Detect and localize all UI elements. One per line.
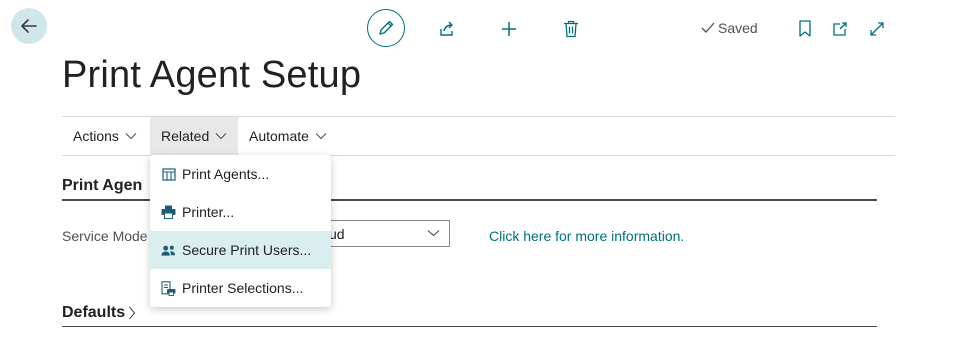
open-in-new-window-icon [833,22,847,36]
related-menu[interactable]: Related [150,117,239,155]
menu-item-label: Printer... [182,204,235,220]
defaults-section-header[interactable]: Defaults [62,304,136,322]
related-dropdown-menu: Print Agents... Printer... Secure Print … [150,155,331,307]
menu-item-secure-print-users[interactable]: Secure Print Users... [150,231,331,269]
menu-item-label: Printer Selections... [182,280,304,296]
arrow-left-icon [21,19,37,33]
menu-item-label: Print Agents... [182,166,270,182]
service-mode-value: ud [329,225,345,242]
pencil-icon [379,20,394,35]
menu-item-print-agents[interactable]: Print Agents... [150,155,331,193]
expand-button[interactable] [866,18,888,40]
bookmark-button[interactable] [795,18,815,40]
bookmark-icon [799,20,811,37]
share-button[interactable] [436,18,458,40]
printer-icon [161,205,176,220]
menu-item-label: Secure Print Users... [182,242,312,258]
trash-icon [564,20,578,38]
print-agent-section-title[interactable]: Print Agen [62,177,142,195]
actions-menu[interactable]: Actions [62,117,148,155]
automate-menu-label: Automate [249,128,309,144]
menu-item-printer[interactable]: Printer... [150,193,331,231]
chevron-down-icon [215,133,227,140]
saved-status: Saved [701,20,758,36]
open-new-window-button[interactable] [829,18,851,40]
saved-label: Saved [718,20,758,36]
related-menu-label: Related [161,128,210,144]
section-divider [62,326,877,327]
chevron-right-icon [129,306,136,320]
menu-item-printer-selections[interactable]: Printer Selections... [150,269,331,307]
chevron-down-icon [125,133,137,140]
table-icon [161,167,176,182]
checkmark-icon [701,22,715,33]
back-button[interactable] [11,8,47,44]
plus-icon [502,22,516,36]
defaults-section-title: Defaults [62,304,126,321]
service-mode-label: Service Mode [62,228,148,244]
new-button[interactable] [498,18,520,40]
delete-button[interactable] [560,18,582,40]
printer-selections-icon [161,280,176,296]
more-information-link[interactable]: Click here for more information. [489,228,684,244]
users-icon [161,243,176,258]
expand-icon [870,22,884,36]
automate-menu[interactable]: Automate [238,117,338,155]
actions-menu-label: Actions [73,128,119,144]
chevron-down-icon [315,133,327,140]
edit-button[interactable] [367,9,405,47]
share-icon [440,21,453,36]
chevron-down-icon [427,230,440,237]
action-bar: Actions Related Automate [62,116,895,156]
page-title: Print Agent Setup [62,54,362,96]
